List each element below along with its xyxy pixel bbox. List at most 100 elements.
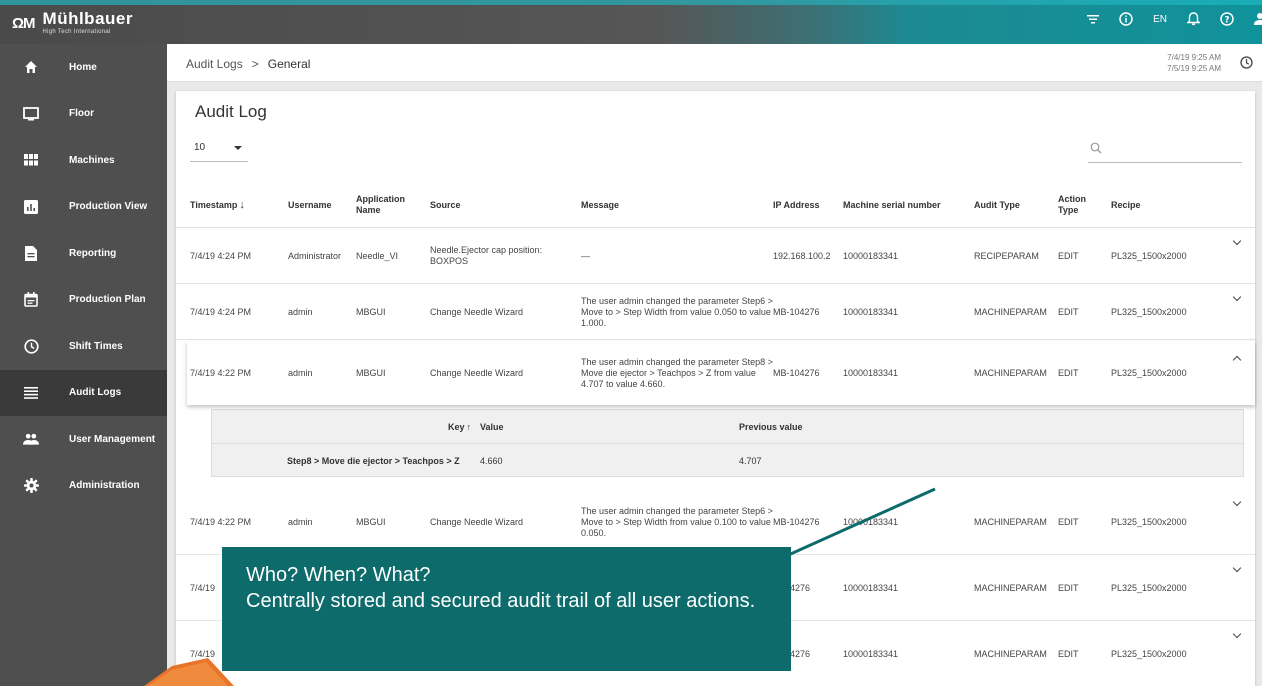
header-message[interactable]: Message bbox=[581, 182, 619, 228]
sidebar-item-label: Floor bbox=[69, 108, 94, 120]
bell-icon[interactable] bbox=[1187, 12, 1200, 26]
cell-recipe: PL325_1500x2000 bbox=[1111, 516, 1187, 527]
settings-icon bbox=[23, 478, 39, 494]
sidebar-item-label: Shift Times bbox=[69, 340, 123, 352]
bar-chart-icon bbox=[23, 199, 39, 215]
header-ip[interactable]: IP Address bbox=[773, 182, 820, 228]
callout-connector bbox=[774, 487, 936, 563]
header-application[interactable]: Application Name bbox=[356, 182, 416, 228]
sidebar-item-audit-logs[interactable]: Audit Logs bbox=[0, 369, 167, 416]
logo-tagline: High Tech International bbox=[42, 29, 111, 35]
cell-serial: 10000183341 bbox=[843, 648, 899, 659]
table-row-expanded[interactable]: 7/4/19 4:22 PM admin MBGUI Change Needle… bbox=[187, 341, 1255, 405]
page-title: Audit Log bbox=[195, 102, 267, 121]
sidebar-item-machines[interactable]: Machines bbox=[0, 137, 167, 184]
table-row[interactable]: 7/4/19 4:24 PM Administrator Needle_VI N… bbox=[176, 228, 1255, 284]
sidebar-item-floor[interactable]: Floor bbox=[0, 91, 167, 138]
cell-application: Needle_VI bbox=[356, 250, 399, 261]
grid-icon bbox=[23, 152, 39, 168]
logo-mark: ΩM bbox=[12, 15, 36, 32]
callout-line-2: Centrally stored and secured audit trail… bbox=[246, 590, 756, 612]
filter-icon[interactable] bbox=[1087, 14, 1100, 24]
calendar-icon bbox=[23, 292, 39, 308]
header-serial[interactable]: Machine serial number bbox=[843, 182, 941, 228]
cell-source: Change Needle Wizard bbox=[430, 516, 524, 527]
sidebar-item-home[interactable]: Home bbox=[0, 44, 167, 91]
sidebar-item-reporting[interactable]: Reporting bbox=[0, 230, 167, 277]
cell-audit-type: RECIPEPARAM bbox=[974, 250, 1039, 261]
top-stripe bbox=[0, 0, 1262, 5]
header-recipe[interactable]: Recipe bbox=[1111, 182, 1141, 228]
cell-source: Needle.Ejector cap position: BOXPOS bbox=[430, 245, 543, 266]
chevron-down-icon[interactable] bbox=[1232, 292, 1242, 302]
sidebar-item-label: Reporting bbox=[69, 247, 117, 259]
brand-logo[interactable]: ΩM Mühlbauer High Tech International bbox=[12, 9, 133, 36]
cell-serial: 10000183341 bbox=[843, 367, 899, 378]
cell-username: admin bbox=[288, 516, 313, 527]
header-audit-type[interactable]: Audit Type bbox=[974, 182, 1020, 228]
detail-header-value[interactable]: Value bbox=[480, 410, 504, 444]
header-action-type[interactable]: Action Type bbox=[1058, 182, 1094, 228]
sidebar-item-user-management[interactable]: User Management bbox=[0, 416, 167, 463]
users-icon bbox=[23, 431, 39, 447]
header-timestamp-label: Timestamp bbox=[190, 199, 238, 210]
orange-highlight-shape bbox=[144, 658, 234, 686]
chevron-down-icon[interactable] bbox=[1232, 629, 1242, 639]
logo-name: Mühlbauer bbox=[42, 9, 133, 28]
language-selector[interactable]: EN bbox=[1153, 14, 1167, 25]
cell-ip: 192.168.100.2 bbox=[773, 250, 831, 261]
cell-recipe: PL325_1500x2000 bbox=[1111, 306, 1187, 317]
clock-icon bbox=[23, 338, 39, 354]
cell-audit-type: MACHINEPARAM bbox=[974, 648, 1047, 659]
user-icon[interactable] bbox=[1254, 12, 1262, 26]
chevron-down-icon[interactable] bbox=[1232, 497, 1242, 507]
search-icon bbox=[1090, 141, 1102, 159]
chevron-down-icon[interactable] bbox=[1232, 236, 1242, 246]
search-input[interactable] bbox=[1088, 136, 1242, 163]
cell-message: The user admin changed the parameter Ste… bbox=[581, 295, 773, 328]
table-row[interactable]: 7/4/19 4:22 PM admin MBGUI Change Needle… bbox=[176, 489, 1255, 555]
cell-timestamp: 7/4/19 4:24 PM bbox=[190, 306, 252, 317]
cell-audit-type: MACHINEPARAM bbox=[974, 367, 1047, 378]
cell-timestamp: 7/4/19 4:22 PM bbox=[190, 367, 252, 378]
chevron-up-icon[interactable] bbox=[1232, 355, 1242, 365]
detail-header-key[interactable]: Key ↑ bbox=[448, 410, 471, 444]
cell-timestamp: 7/4/19 4:22 PM bbox=[190, 516, 252, 527]
cell-recipe: PL325_1500x2000 bbox=[1111, 367, 1187, 378]
top-bar: ΩM Mühlbauer High Tech International EN … bbox=[0, 0, 1262, 44]
breadcrumb-bar: Audit Logs > General 7/4/19 9:25 AM 7/5/19… bbox=[167, 44, 1262, 82]
info-icon[interactable] bbox=[1119, 12, 1133, 26]
cell-audit-type: MACHINEPARAM bbox=[974, 306, 1047, 317]
sidebar-item-label: Home bbox=[69, 61, 97, 73]
header-username[interactable]: Username bbox=[288, 182, 332, 228]
cell-recipe: PL325_1500x2000 bbox=[1111, 648, 1187, 659]
clock-icon[interactable] bbox=[1240, 56, 1253, 74]
cell-timestamp: 7/4/19 bbox=[190, 582, 216, 593]
cell-recipe: PL325_1500x2000 bbox=[1111, 250, 1187, 261]
sidebar-item-production-plan[interactable]: Production Plan bbox=[0, 277, 167, 324]
cell-audit-type: MACHINEPARAM bbox=[974, 516, 1047, 527]
sidebar-item-label: Audit Logs bbox=[69, 387, 122, 399]
sidebar-item-production-view[interactable]: Production View bbox=[0, 184, 167, 231]
cell-action-type: EDIT bbox=[1058, 516, 1079, 527]
breadcrumb-parent[interactable]: Audit Logs bbox=[186, 57, 243, 71]
cell-message: The user admin changed the parameter Ste… bbox=[581, 505, 773, 538]
chevron-down-icon[interactable] bbox=[1232, 563, 1242, 573]
help-icon[interactable]: ? bbox=[1220, 12, 1234, 26]
detail-header-previous[interactable]: Previous value bbox=[739, 410, 803, 444]
callout-line-1: Who? When? What? bbox=[246, 564, 431, 586]
svg-text:?: ? bbox=[1224, 16, 1229, 26]
document-icon bbox=[23, 245, 39, 261]
date-range[interactable]: 7/4/19 9:25 AM 7/5/19 9:25 AM bbox=[1167, 52, 1221, 74]
sidebar-item-label: Machines bbox=[69, 154, 115, 166]
breadcrumb-current: General bbox=[267, 57, 311, 71]
breadcrumb-separator: > bbox=[251, 57, 259, 71]
detail-key: Step8 > Move die ejector > Teachpos > Z bbox=[287, 456, 460, 466]
sidebar-item-shift-times[interactable]: Shift Times bbox=[0, 323, 167, 370]
page-size-select[interactable]: 10 bbox=[190, 138, 248, 162]
cell-audit-type: MACHINEPARAM bbox=[974, 582, 1047, 593]
header-timestamp[interactable]: Timestamp ↓ bbox=[190, 182, 245, 228]
header-source[interactable]: Source bbox=[430, 182, 461, 228]
table-row[interactable]: 7/4/19 4:24 PM admin MBGUI Change Needle… bbox=[176, 284, 1255, 340]
sidebar-item-administration[interactable]: Administration bbox=[0, 463, 167, 510]
